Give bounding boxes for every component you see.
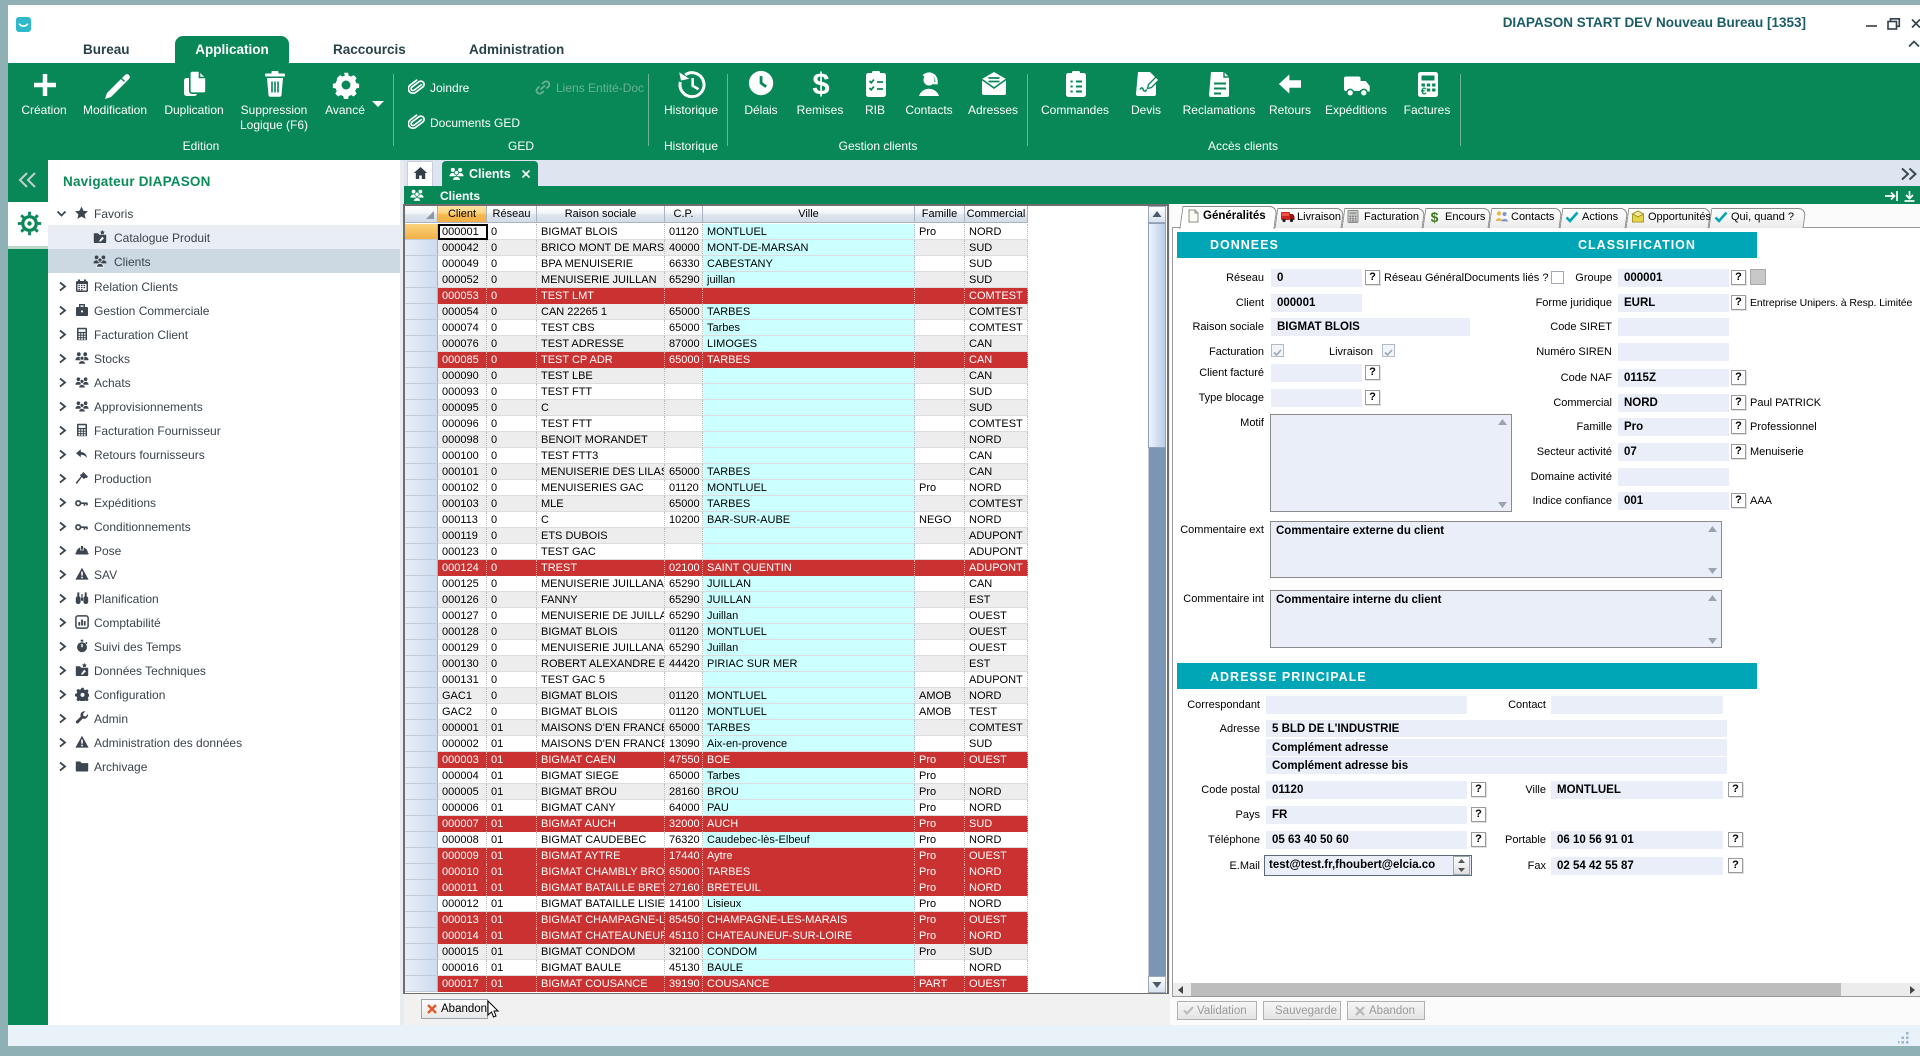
svg-text:€: € <box>1421 87 1427 98</box>
svg-text:$: $ <box>1431 210 1439 224</box>
svg-text:$: $ <box>812 67 829 97</box>
